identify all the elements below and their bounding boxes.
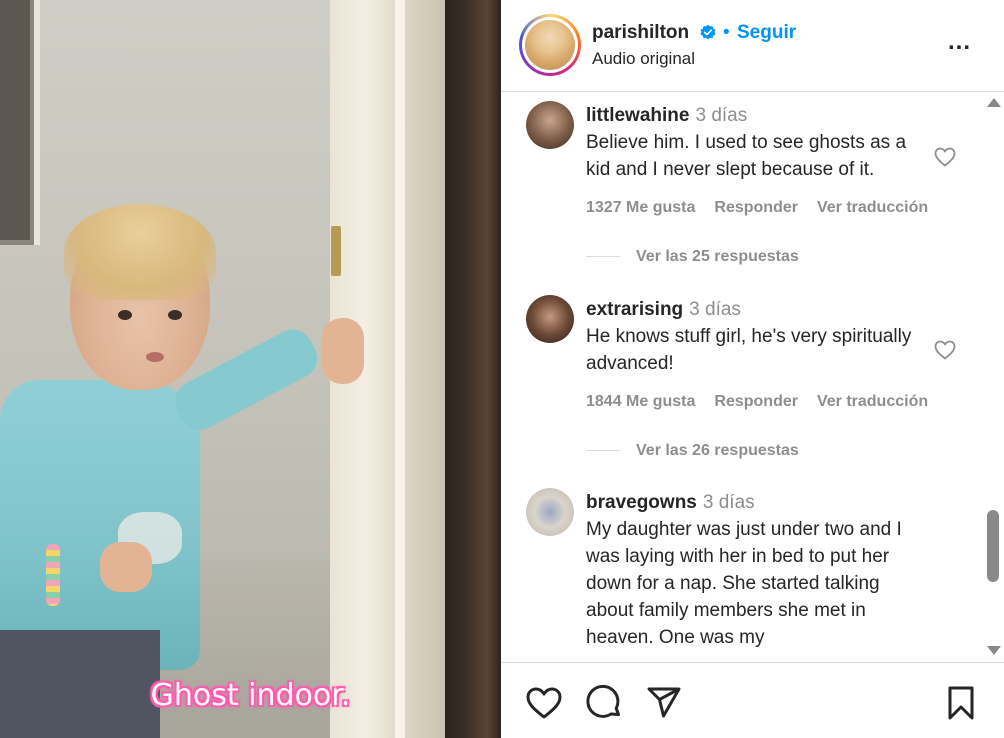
comment-avatar[interactable] bbox=[526, 295, 574, 343]
comment-like-heart-icon[interactable] bbox=[933, 338, 957, 362]
child-bracelet bbox=[46, 544, 60, 606]
post-header: parishilton • Seguir Audio original ... bbox=[501, 0, 1004, 92]
comment-username-text[interactable]: littlewahine bbox=[586, 105, 689, 126]
comment-reply-button[interactable]: Responder bbox=[714, 199, 798, 216]
video-child bbox=[0, 200, 380, 738]
video-door-dark bbox=[445, 0, 501, 738]
comment-time: 3 días bbox=[689, 299, 741, 320]
more-options-icon[interactable]: ... bbox=[948, 30, 976, 58]
author-username[interactable]: parishilton bbox=[592, 22, 689, 44]
comments-list[interactable]: littlewahine 3 días Believe him. I used t… bbox=[501, 92, 1004, 662]
comment-like-heart-icon[interactable] bbox=[933, 145, 957, 169]
child-eye-left bbox=[118, 310, 132, 320]
replies-divider bbox=[586, 450, 620, 452]
comment-text: Believe him. I used to see ghosts as a k… bbox=[586, 132, 907, 180]
scroll-up-arrow-icon[interactable] bbox=[987, 98, 1001, 107]
comment-username[interactable]: littlewahine 3 días bbox=[586, 105, 747, 127]
scroll-down-arrow-icon[interactable] bbox=[987, 646, 1001, 655]
comment-translate-button[interactable]: Ver traducción bbox=[817, 199, 928, 216]
post-panel: parishilton • Seguir Audio original ... … bbox=[501, 0, 1004, 738]
comment-reply-button[interactable]: Responder bbox=[714, 393, 798, 410]
child-lower-hand bbox=[100, 542, 152, 592]
comment-time: 3 días bbox=[695, 105, 748, 126]
child-hand bbox=[322, 318, 364, 384]
comment-meta: 1844 Me gusta Responder Ver traducción bbox=[586, 393, 947, 411]
child-mouth bbox=[146, 352, 164, 362]
comment-likes[interactable]: 1327 Me gusta bbox=[586, 199, 695, 216]
video-caption: Ghost indoor. bbox=[150, 678, 351, 713]
comment-translate-button[interactable]: Ver traducción bbox=[817, 393, 928, 410]
comment-icon[interactable] bbox=[584, 683, 624, 723]
comment-time: 3 días bbox=[702, 492, 755, 513]
audio-link[interactable]: Audio original bbox=[592, 49, 695, 69]
view-replies-button[interactable]: Ver las 26 respuestas bbox=[586, 442, 799, 460]
share-icon[interactable] bbox=[644, 683, 684, 723]
comment-username[interactable]: bravegowns 3 días bbox=[586, 492, 755, 514]
comment-meta: 1327 Me gusta Responder Ver traducción bbox=[586, 199, 947, 217]
header-separator: • bbox=[723, 22, 730, 43]
scroll-thumb[interactable] bbox=[987, 510, 999, 582]
verified-badge-icon bbox=[700, 24, 716, 40]
post-actions-bar bbox=[501, 662, 1004, 738]
view-replies-label[interactable]: Ver las 26 respuestas bbox=[636, 442, 799, 459]
replies-divider bbox=[586, 256, 620, 258]
comment-username-text[interactable]: extrarising bbox=[586, 299, 683, 320]
video-door-edge bbox=[395, 0, 405, 738]
child-hair bbox=[64, 204, 216, 300]
author-avatar[interactable] bbox=[519, 14, 581, 76]
comment-likes[interactable]: 1844 Me gusta bbox=[586, 393, 695, 410]
view-replies-button[interactable]: Ver las 25 respuestas bbox=[586, 248, 799, 266]
comment-text: My daughter was just under two and I was… bbox=[586, 519, 902, 648]
comment-avatar[interactable] bbox=[526, 488, 574, 536]
reel-video[interactable]: Ghost indoor. bbox=[0, 0, 501, 738]
child-eye-right bbox=[168, 310, 182, 320]
view-replies-label[interactable]: Ver las 25 respuestas bbox=[636, 248, 799, 265]
follow-button[interactable]: Seguir bbox=[737, 22, 796, 44]
comments-scrollbar[interactable] bbox=[985, 92, 1003, 662]
like-heart-icon[interactable] bbox=[524, 683, 564, 723]
comment-avatar[interactable] bbox=[526, 101, 574, 149]
comment-text: He knows stuff girl, he's very spiritual… bbox=[586, 326, 912, 374]
bookmark-icon[interactable] bbox=[941, 683, 981, 723]
comment-username[interactable]: extrarising 3 días bbox=[586, 299, 741, 321]
comment-username-text[interactable]: bravegowns bbox=[586, 492, 697, 513]
author-avatar-image bbox=[525, 20, 575, 70]
